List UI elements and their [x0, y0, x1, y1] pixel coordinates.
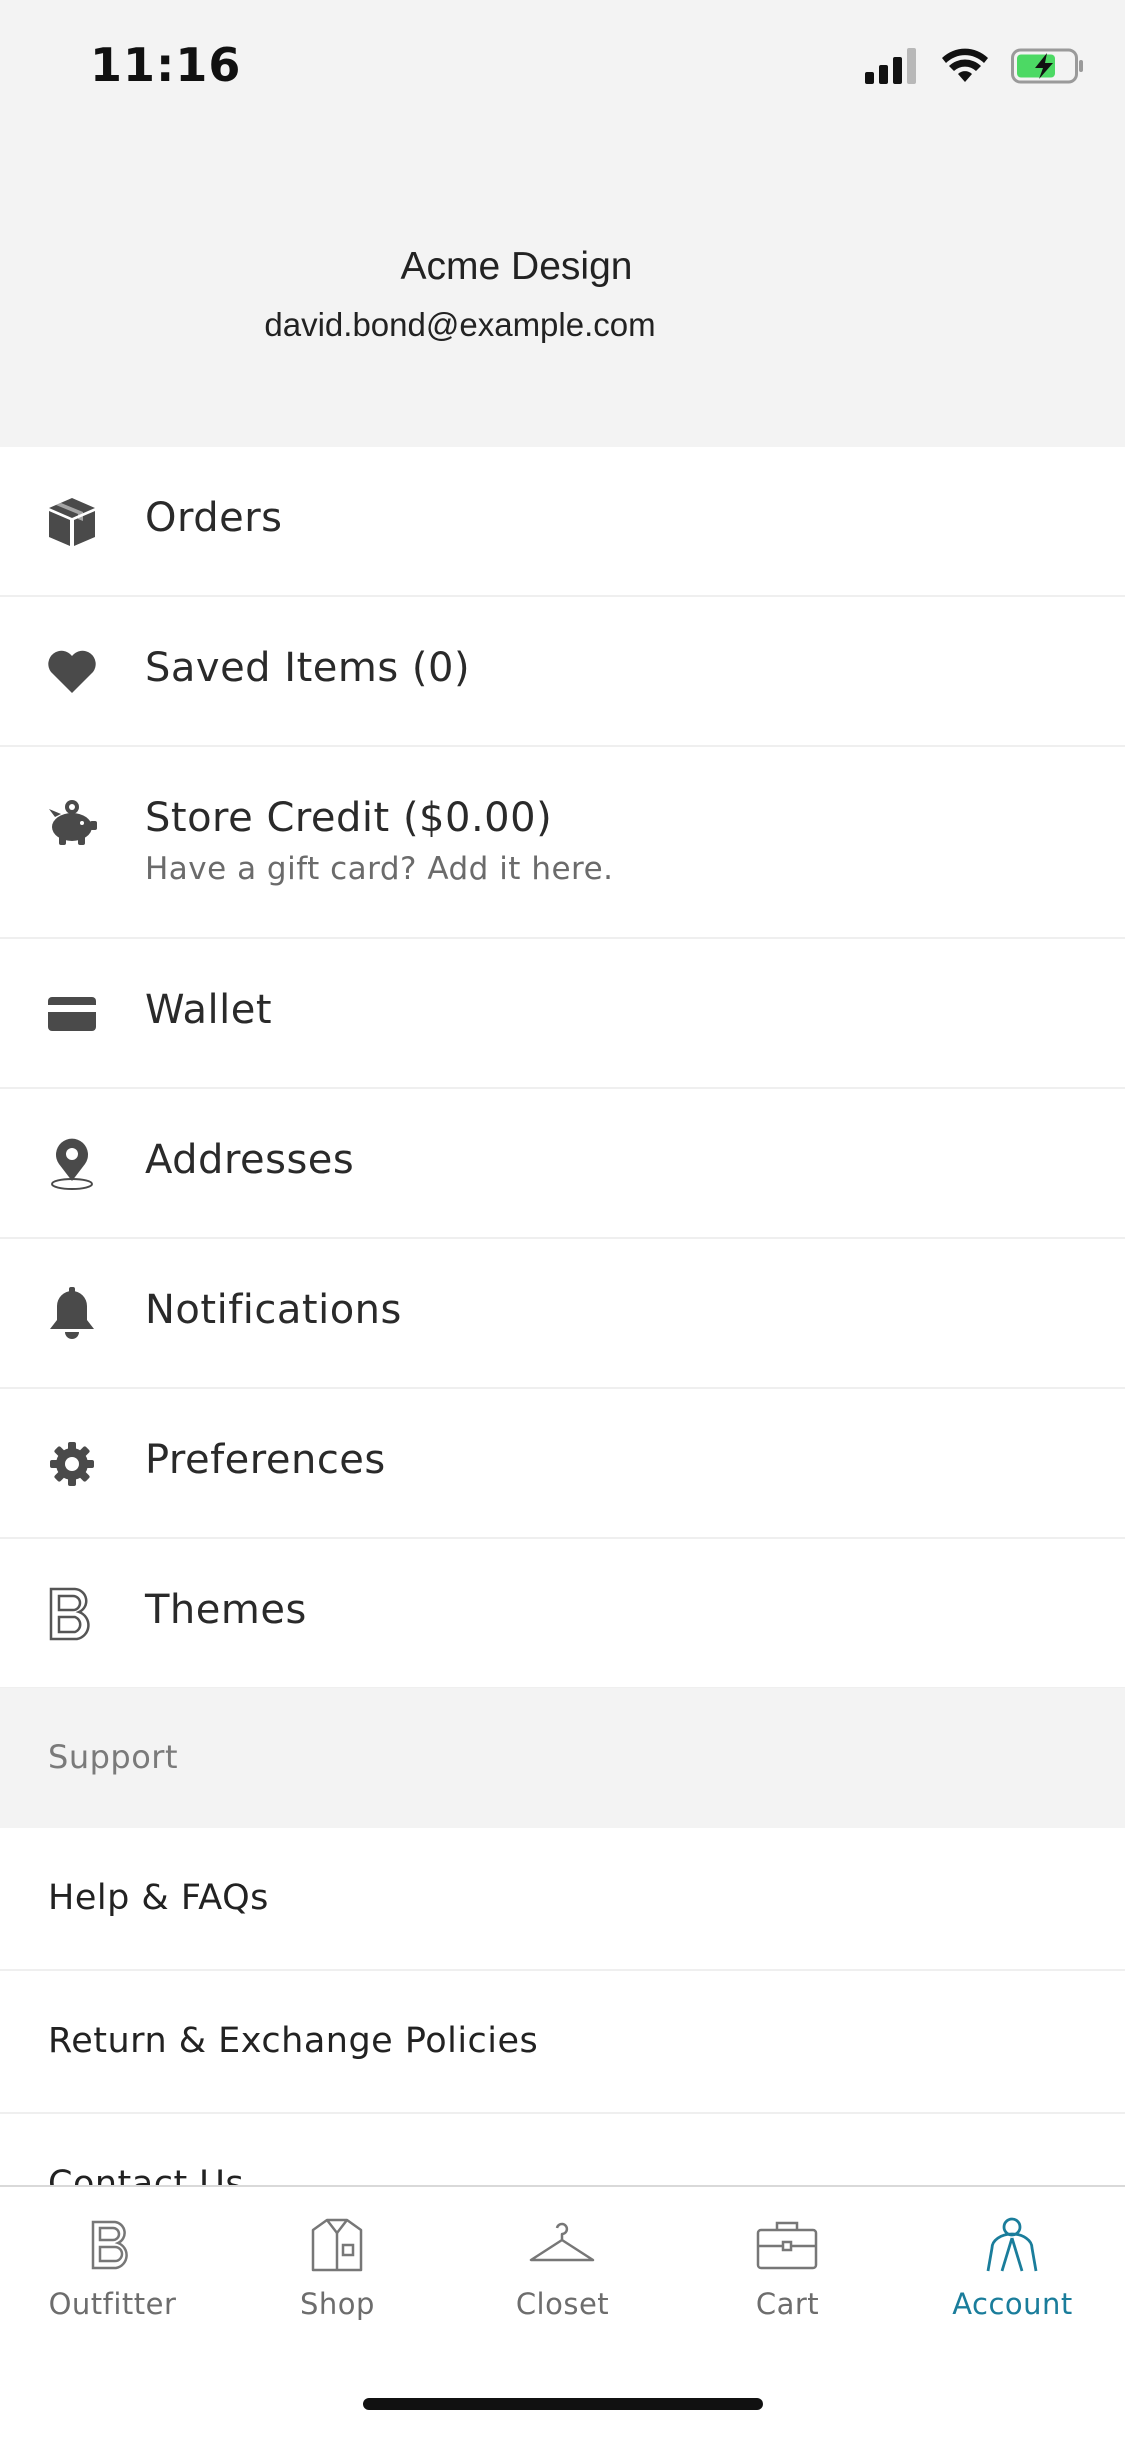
menu-item-label: Store Credit ($0.00) [145, 795, 553, 841]
tab-outfitter[interactable]: Outfitter [0, 2187, 225, 2357]
tab-label: Shop [300, 2287, 375, 2321]
menu-item-addresses[interactable]: Addresses [0, 1089, 1125, 1239]
menu-item-saved-items[interactable]: Saved Items (0) [0, 597, 1125, 747]
menu-item-themes[interactable]: Themes [0, 1539, 1125, 1689]
briefcase-icon [737, 2209, 837, 2281]
tab-label: Account [952, 2287, 1073, 2321]
tab-shop[interactable]: Shop [225, 2187, 450, 2357]
person-icon [962, 2209, 1062, 2281]
menu-item-notifications[interactable]: Notifications [0, 1239, 1125, 1389]
support-item-label: Return & Exchange Policies [48, 2021, 539, 2061]
menu-item-orders[interactable]: Orders [0, 447, 1125, 597]
brand-b-icon [62, 2209, 162, 2281]
menu-item-preferences[interactable]: Preferences [0, 1389, 1125, 1539]
location-pin-icon [45, 1137, 99, 1191]
menu-item-label: Notifications [145, 1287, 402, 1333]
account-menu: Orders Saved Items (0) Store Credit ($0.… [0, 447, 1125, 1689]
profile-email: david.bond@example.com [264, 306, 656, 343]
menu-item-label: Orders [145, 495, 283, 541]
menu-item-label: Themes [145, 1587, 307, 1633]
tab-label: Outfitter [48, 2287, 177, 2321]
menu-item-label: Wallet [145, 987, 273, 1033]
wifi-icon [941, 48, 989, 88]
tab-account[interactable]: Account [900, 2187, 1125, 2357]
status-bar: 11:16 [0, 0, 1125, 140]
tab-label: Cart [755, 2287, 820, 2321]
tab-cart[interactable]: Cart [675, 2187, 900, 2357]
tab-closet[interactable]: Closet [450, 2187, 675, 2357]
menu-item-store-credit[interactable]: Store Credit ($0.00) Have a gift card? A… [0, 747, 1125, 939]
battery-charging-icon [1011, 48, 1085, 88]
bell-icon [45, 1287, 99, 1341]
gear-icon [45, 1437, 99, 1491]
cellular-signal-icon [865, 48, 919, 88]
home-indicator[interactable] [363, 2398, 763, 2410]
status-icons [865, 48, 1085, 88]
credit-card-icon [45, 987, 99, 1041]
tab-label: Closet [515, 2287, 610, 2321]
support-item-help-faqs[interactable]: Help & FAQs [0, 1828, 1125, 1971]
support-section-header: Support [0, 1688, 1125, 1828]
profile-header: Acme Design david.bond@example.com [0, 140, 1125, 447]
menu-item-wallet[interactable]: Wallet [0, 939, 1125, 1089]
brand-b-icon [45, 1587, 99, 1641]
menu-item-sublabel: Have a gift card? Add it here. [145, 851, 614, 887]
piggy-bank-icon [45, 795, 99, 849]
box-icon [45, 495, 99, 549]
menu-item-label: Preferences [145, 1437, 386, 1483]
shirt-icon [287, 2209, 387, 2281]
heart-icon [45, 645, 99, 699]
menu-item-label: Saved Items (0) [145, 645, 471, 691]
section-title: Support [48, 1738, 178, 1776]
hanger-icon [512, 2209, 612, 2281]
support-item-return-policies[interactable]: Return & Exchange Policies [0, 1971, 1125, 2114]
profile-name: Acme Design [400, 245, 633, 288]
menu-item-label: Addresses [145, 1137, 355, 1183]
support-item-label: Help & FAQs [48, 1878, 269, 1918]
status-time: 11:16 [90, 38, 242, 92]
